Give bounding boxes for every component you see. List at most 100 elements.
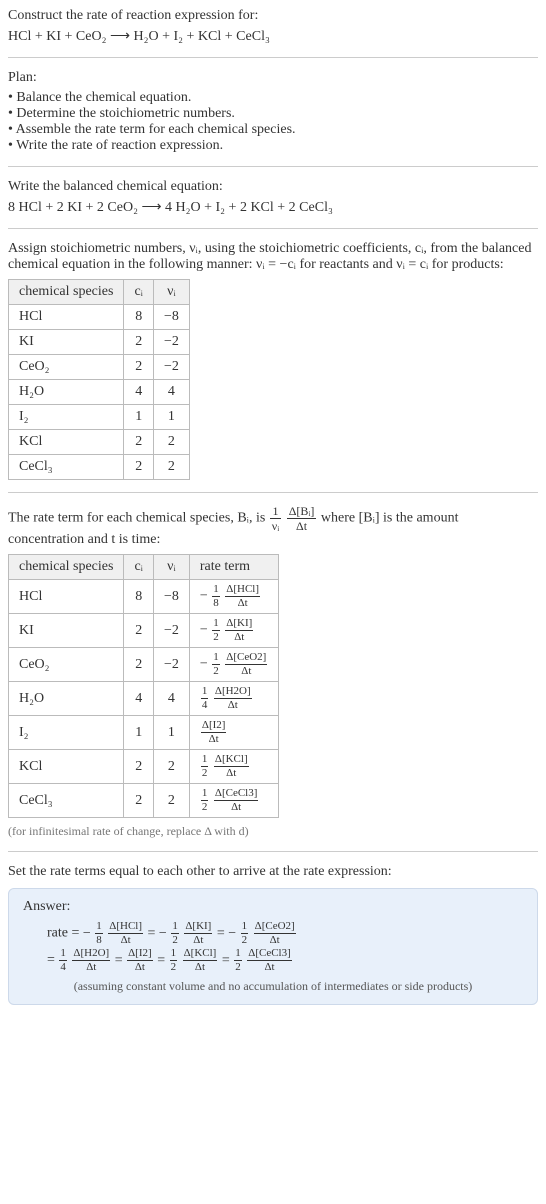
coef-frac: 14 bbox=[59, 948, 67, 973]
plan-list: Balance the chemical equation. Determine… bbox=[8, 90, 538, 154]
th-vi: νᵢ bbox=[153, 280, 189, 305]
cell-vi: −8 bbox=[153, 305, 189, 330]
cell-ci: 1 bbox=[124, 716, 154, 750]
cell-vi: −2 bbox=[153, 330, 189, 355]
divider bbox=[8, 851, 538, 852]
stoich-section: Assign stoichiometric numbers, νᵢ, using… bbox=[8, 241, 538, 480]
final-section: Set the rate terms equal to each other t… bbox=[8, 864, 538, 1005]
assumption-note: (assuming constant volume and no accumul… bbox=[23, 979, 523, 994]
table-row: HCl8−8 bbox=[9, 305, 190, 330]
cell-ci: 1 bbox=[124, 405, 154, 430]
cell-ci: 8 bbox=[124, 580, 154, 614]
cell-vi: −8 bbox=[153, 580, 189, 614]
coef-frac: 12 bbox=[234, 948, 242, 973]
th-species: chemical species bbox=[9, 555, 124, 580]
table-row: I₂11Δ[I2]Δt bbox=[9, 716, 279, 750]
cell-vi: −2 bbox=[153, 355, 189, 380]
delta-frac: Δ[KCl]Δt bbox=[214, 754, 249, 779]
delta-frac: Δ[HCl]Δt bbox=[225, 584, 260, 609]
coef-frac: 18 bbox=[95, 921, 103, 946]
cell-rateterm: 14 Δ[H2O]Δt bbox=[189, 682, 278, 716]
final-intro: Set the rate terms equal to each other t… bbox=[8, 864, 538, 880]
coef-frac: 12 bbox=[170, 948, 178, 973]
cell-ci: 4 bbox=[124, 682, 154, 716]
intro-equation: HCl + KI + CeO₂ ⟶ H₂O + I₂ + KCl + CeCl₃ bbox=[8, 28, 538, 45]
cell-ci: 2 bbox=[124, 648, 154, 682]
delta-frac: Δ[CeO2]Δt bbox=[254, 921, 296, 946]
coef-frac: 12 bbox=[201, 788, 209, 813]
cell-species: KCl bbox=[9, 430, 124, 455]
cell-vi: 2 bbox=[153, 455, 189, 480]
delta-frac: Δ[CeCl3]Δt bbox=[247, 948, 292, 973]
rate-label: rate = bbox=[47, 926, 83, 941]
cell-rateterm: − 12 Δ[KI]Δt bbox=[189, 614, 278, 648]
delta-frac: Δ[I2]Δt bbox=[127, 948, 153, 973]
coef-frac: 12 bbox=[201, 754, 209, 779]
th-species: chemical species bbox=[9, 280, 124, 305]
delta-frac: Δ[CeO2]Δt bbox=[225, 652, 267, 677]
cell-species: CeO₂ bbox=[9, 355, 124, 380]
rateterm-intro: The rate term for each chemical species,… bbox=[8, 505, 538, 548]
delta-frac: Δ[H2O]Δt bbox=[72, 948, 110, 973]
rateterm-frac-dBi-dt: Δ[Bᵢ]Δt bbox=[287, 505, 317, 532]
table-row: H₂O4414 Δ[H2O]Δt bbox=[9, 682, 279, 716]
coef-frac: 12 bbox=[212, 652, 220, 677]
table-row: KCl22 bbox=[9, 430, 190, 455]
divider bbox=[8, 228, 538, 229]
table-row: I₂11 bbox=[9, 405, 190, 430]
cell-vi: −2 bbox=[153, 614, 189, 648]
cell-rateterm: Δ[I2]Δt bbox=[189, 716, 278, 750]
plan-item: Write the rate of reaction expression. bbox=[8, 138, 538, 154]
plan-title: Plan: bbox=[8, 70, 538, 86]
cell-vi: 2 bbox=[153, 750, 189, 784]
cell-rateterm: 12 Δ[KCl]Δt bbox=[189, 750, 278, 784]
delta-frac: Δ[HCl]Δt bbox=[108, 921, 143, 946]
balanced-title: Write the balanced chemical equation: bbox=[8, 179, 538, 195]
cell-species: CeO₂ bbox=[9, 648, 124, 682]
plan-item: Determine the stoichiometric numbers. bbox=[8, 106, 538, 122]
cell-rateterm: − 12 Δ[CeO2]Δt bbox=[189, 648, 278, 682]
cell-species: KI bbox=[9, 330, 124, 355]
cell-rateterm: − 18 Δ[HCl]Δt bbox=[189, 580, 278, 614]
rate-line-1: rate = − 18 Δ[HCl]Δt = − 12 Δ[KI]Δt = − … bbox=[47, 921, 523, 946]
cell-species: I₂ bbox=[9, 405, 124, 430]
divider bbox=[8, 492, 538, 493]
coef-frac: 18 bbox=[212, 584, 220, 609]
delta-frac: Δ[KI]Δt bbox=[184, 921, 212, 946]
rateterm-frac-1-over-vi: 1νᵢ bbox=[270, 505, 281, 532]
cell-species: H₂O bbox=[9, 380, 124, 405]
answer-box: Answer: rate = − 18 Δ[HCl]Δt = − 12 Δ[KI… bbox=[8, 888, 538, 1005]
cell-species: CeCl₃ bbox=[9, 455, 124, 480]
rateterm-note: (for infinitesimal rate of change, repla… bbox=[8, 824, 538, 839]
cell-ci: 2 bbox=[124, 430, 154, 455]
cell-ci: 2 bbox=[124, 784, 154, 818]
eq-label: = bbox=[47, 953, 58, 968]
divider bbox=[8, 57, 538, 58]
table-row: HCl8−8− 18 Δ[HCl]Δt bbox=[9, 580, 279, 614]
cell-vi: 4 bbox=[153, 682, 189, 716]
cell-ci: 2 bbox=[124, 455, 154, 480]
cell-vi: 2 bbox=[153, 430, 189, 455]
rateterm-table: chemical species cᵢ νᵢ rate term HCl8−8−… bbox=[8, 554, 279, 818]
cell-species: CeCl₃ bbox=[9, 784, 124, 818]
cell-ci: 2 bbox=[124, 750, 154, 784]
balanced-equation: 8 HCl + 2 KI + 2 CeO₂ ⟶ 4 H₂O + I₂ + 2 K… bbox=[8, 199, 538, 216]
cell-vi: 2 bbox=[153, 784, 189, 818]
delta-frac: Δ[KI]Δt bbox=[225, 618, 253, 643]
cell-rateterm: 12 Δ[CeCl3]Δt bbox=[189, 784, 278, 818]
cell-ci: 2 bbox=[124, 355, 154, 380]
th-ci: cᵢ bbox=[124, 280, 154, 305]
cell-vi: 1 bbox=[153, 716, 189, 750]
cell-ci: 2 bbox=[124, 330, 154, 355]
coef-frac: 12 bbox=[212, 618, 220, 643]
cell-ci: 8 bbox=[124, 305, 154, 330]
th-ci: cᵢ bbox=[124, 555, 154, 580]
plan-item: Assemble the rate term for each chemical… bbox=[8, 122, 538, 138]
cell-vi: 1 bbox=[153, 405, 189, 430]
th-vi: νᵢ bbox=[153, 555, 189, 580]
stoich-table: chemical species cᵢ νᵢ HCl8−8KI2−2CeO₂2−… bbox=[8, 279, 190, 480]
coef-frac: 14 bbox=[201, 686, 209, 711]
cell-vi: 4 bbox=[153, 380, 189, 405]
delta-frac: Δ[CeCl3]Δt bbox=[214, 788, 259, 813]
coef-frac: 12 bbox=[171, 921, 179, 946]
